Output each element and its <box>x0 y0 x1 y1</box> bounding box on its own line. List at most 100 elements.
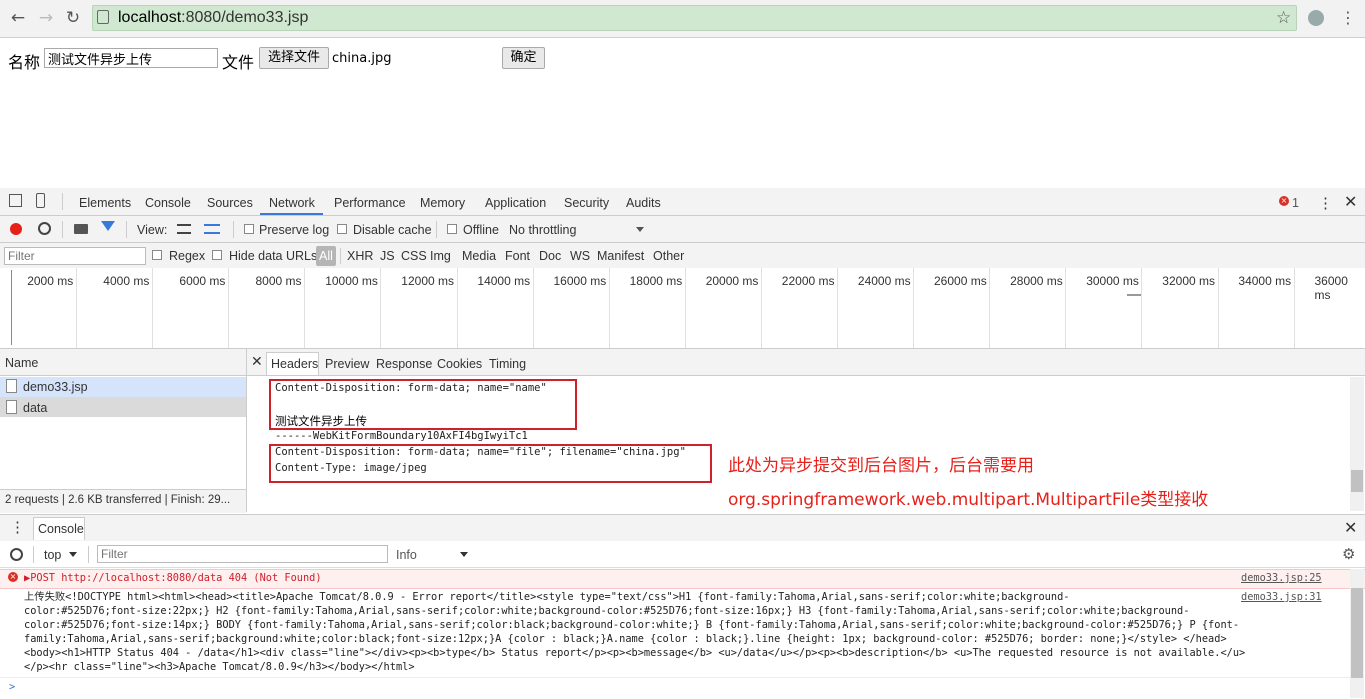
star-icon[interactable]: ☆ <box>1276 8 1291 28</box>
type-filter-img[interactable]: Img <box>430 249 451 263</box>
tab-application[interactable]: Application <box>485 196 546 210</box>
network-filter-input[interactable] <box>4 247 146 265</box>
timeline-tick-label: 2000 ms <box>27 274 73 288</box>
timeline-gridline <box>228 268 229 348</box>
detail-tab-response[interactable]: Response <box>376 357 432 371</box>
record-icon[interactable] <box>10 223 22 235</box>
clear-console-icon[interactable] <box>10 548 23 561</box>
drawer-menu-icon[interactable]: ⋮ <box>10 518 25 536</box>
annotation-text: org.springframework.web.multipart.Multip… <box>728 485 1208 510</box>
reload-icon[interactable]: ↻ <box>63 8 83 28</box>
timeline-gridline <box>1218 268 1219 348</box>
offline-label: Offline <box>463 223 499 237</box>
preserve-log-checkbox[interactable] <box>244 224 254 234</box>
inspect-icon[interactable] <box>9 194 22 207</box>
drawer-tab-console[interactable]: Console <box>38 522 84 536</box>
detail-scrollbar-thumb[interactable] <box>1351 470 1363 492</box>
requests-summary: 2 requests | 2.6 KB transferred | Finish… <box>5 494 230 506</box>
page-info-icon[interactable] <box>97 10 109 24</box>
tab-sources[interactable]: Sources <box>207 196 253 210</box>
close-detail-icon[interactable]: ✕ <box>251 353 263 370</box>
timeline-tick-label: 26000 ms <box>934 274 987 288</box>
type-filter-doc[interactable]: Doc <box>539 249 561 263</box>
clear-icon[interactable] <box>38 222 51 235</box>
chevron-down-icon[interactable] <box>460 552 468 557</box>
detail-tab-timing[interactable]: Timing <box>489 357 526 371</box>
detail-tab-cookies[interactable]: Cookies <box>437 357 482 371</box>
disable-cache-checkbox[interactable] <box>337 224 347 234</box>
console-log-line: color:#525D76;font-size:22px;} H2 {font-… <box>24 604 1334 618</box>
console-error-message[interactable]: ▶POST http://localhost:8080/data 404 (No… <box>24 571 322 585</box>
chevron-down-icon[interactable] <box>69 552 77 557</box>
close-drawer-icon[interactable]: ✕ <box>1344 518 1357 538</box>
device-toolbar-icon[interactable] <box>36 193 45 208</box>
file-label: 文件 <box>222 49 254 73</box>
error-icon: × <box>8 572 18 582</box>
filter-icon[interactable] <box>101 221 115 231</box>
offline-checkbox[interactable] <box>447 224 457 234</box>
type-filter-ws[interactable]: WS <box>570 249 590 263</box>
type-filter-media[interactable]: Media <box>462 249 496 263</box>
type-filter-manifest[interactable]: Manifest <box>597 249 644 263</box>
tab-security[interactable]: Security <box>564 196 609 210</box>
console-scrollbar-thumb[interactable] <box>1351 588 1363 678</box>
tab-console[interactable]: Console <box>145 196 191 210</box>
timeline-tick-label: 20000 ms <box>706 274 759 288</box>
timeline-gridline <box>533 268 534 348</box>
hide-data-urls-checkbox[interactable] <box>212 250 222 260</box>
camera-icon[interactable] <box>74 224 88 234</box>
detail-tab-preview[interactable]: Preview <box>325 357 369 371</box>
choose-file-button[interactable]: 选择文件 <box>259 47 329 69</box>
name-input[interactable] <box>44 48 218 68</box>
forward-icon[interactable]: → <box>36 8 56 28</box>
timeline-tick-label: 36000 ms <box>1315 274 1365 302</box>
disable-cache-label: Disable cache <box>353 223 432 237</box>
console-log-message[interactable]: 上传失败<!DOCTYPE html><html><head><title>Ap… <box>24 590 1334 674</box>
back-icon[interactable]: ← <box>8 8 28 28</box>
timeline-gridline <box>152 268 153 348</box>
payload-line: ------WebKitFormBoundary10AxFI4bgIwyiTc1 <box>275 430 528 442</box>
console-error-source[interactable]: demo33.jsp:25 <box>1241 571 1322 585</box>
large-rows-icon[interactable] <box>177 224 191 234</box>
timeline-gridline <box>380 268 381 348</box>
detail-tab-headers[interactable]: Headers <box>271 357 318 371</box>
close-devtools-icon[interactable]: ✕ <box>1344 192 1357 212</box>
type-filter-font[interactable]: Font <box>505 249 530 263</box>
tab-performance[interactable]: Performance <box>334 196 406 210</box>
menu-icon[interactable]: ⋮ <box>1340 8 1356 27</box>
name-column-header[interactable]: Name <box>5 356 38 370</box>
url-text: localhost:8080/demo33.jsp <box>118 9 308 27</box>
chosen-file-name: china.jpg <box>332 51 391 66</box>
devtools-menu-icon[interactable]: ⋮ <box>1318 194 1333 212</box>
annotation-text: 此处为异步提交到后台图片，后台需要用 <box>728 451 1034 476</box>
console-log-line: </p><hr class="line"><h3>Apache Tomcat/8… <box>24 660 1334 674</box>
tab-memory[interactable]: Memory <box>420 196 465 210</box>
console-prompt[interactable]: > <box>9 680 15 694</box>
throttling-select[interactable]: No throttling <box>509 223 576 237</box>
request-bar <box>1127 294 1141 296</box>
context-select[interactable]: top <box>44 548 61 562</box>
log-level-select[interactable]: Info <box>396 548 417 562</box>
overview-icon[interactable] <box>204 224 220 234</box>
separator <box>33 546 34 563</box>
request-name[interactable]: demo33.jsp <box>23 380 88 394</box>
type-filter-js[interactable]: JS <box>380 249 395 263</box>
submit-button[interactable]: 确定 <box>502 47 545 69</box>
tab-audits[interactable]: Audits <box>626 196 661 210</box>
extension-icon[interactable] <box>1308 10 1324 26</box>
timeline-gridline <box>304 268 305 348</box>
chevron-down-icon[interactable] <box>636 227 644 232</box>
console-settings-icon[interactable]: ⚙ <box>1342 545 1355 563</box>
request-name[interactable]: data <box>23 401 47 415</box>
type-filter-all[interactable]: All <box>316 246 336 266</box>
tab-network[interactable]: Network <box>269 196 315 210</box>
type-filter-xhr[interactable]: XHR <box>347 249 373 263</box>
regex-checkbox[interactable] <box>152 250 162 260</box>
error-icon[interactable]: × <box>1279 196 1289 206</box>
timeline-tick-label: 10000 ms <box>325 274 378 288</box>
type-filter-css[interactable]: CSS <box>401 249 427 263</box>
type-filter-other[interactable]: Other <box>653 249 684 263</box>
console-filter-input[interactable] <box>97 545 388 563</box>
error-count[interactable]: 1 <box>1292 196 1299 210</box>
tab-elements[interactable]: Elements <box>79 196 131 210</box>
